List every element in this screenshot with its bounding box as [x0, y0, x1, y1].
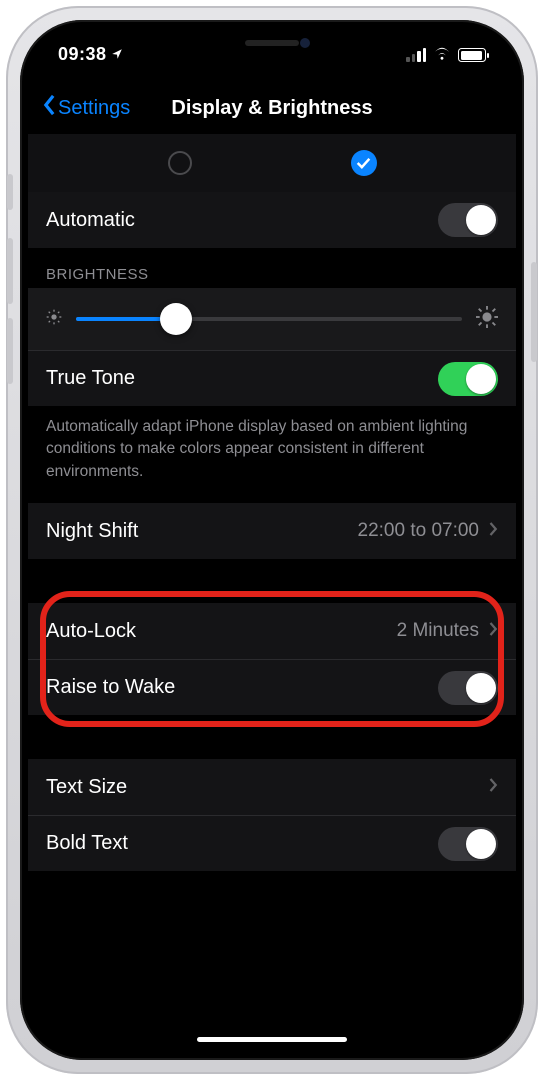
wifi-icon: [433, 46, 451, 65]
appearance-light-radio[interactable]: [168, 151, 192, 175]
phone-frame: 09:38: [6, 6, 538, 1074]
brightness-header: BRIGHTNESS: [28, 248, 516, 288]
chevron-right-icon: [489, 620, 498, 643]
night-shift-row[interactable]: Night Shift 22:00 to 07:00: [28, 503, 516, 559]
brightness-high-icon: [476, 306, 498, 333]
battery-icon: [458, 48, 486, 62]
auto-lock-row[interactable]: Auto-Lock 2 Minutes: [28, 603, 516, 659]
automatic-toggle[interactable]: [438, 203, 498, 237]
chevron-right-icon: [489, 776, 498, 799]
back-label: Settings: [58, 97, 130, 120]
bold-text-label: Bold Text: [46, 832, 128, 855]
status-time: 09:38: [58, 44, 107, 65]
text-size-row[interactable]: Text Size: [28, 759, 516, 815]
text-size-label: Text Size: [46, 776, 127, 799]
location-icon: [111, 44, 123, 65]
cellular-signal-icon: [406, 48, 426, 62]
true-tone-row[interactable]: True Tone: [28, 350, 516, 406]
volume-up-button: [7, 238, 13, 304]
true-tone-footer: Automatically adapt iPhone display based…: [28, 406, 516, 503]
automatic-row[interactable]: Automatic: [28, 192, 516, 248]
settings-content: Automatic BRIGHTNESS: [28, 134, 516, 1052]
true-tone-label: True Tone: [46, 367, 135, 390]
brightness-low-icon: [46, 309, 62, 330]
auto-lock-value: 2 Minutes: [397, 620, 479, 642]
raise-to-wake-row[interactable]: Raise to Wake: [28, 659, 516, 715]
brightness-slider[interactable]: [76, 317, 462, 321]
chevron-left-icon: [42, 94, 57, 122]
appearance-selector: [28, 134, 516, 192]
auto-lock-label: Auto-Lock: [46, 620, 136, 643]
home-indicator[interactable]: [197, 1037, 347, 1042]
nav-header: Settings Display & Brightness: [28, 84, 516, 132]
bold-text-toggle[interactable]: [438, 827, 498, 861]
raise-to-wake-label: Raise to Wake: [46, 676, 175, 699]
true-tone-toggle[interactable]: [438, 362, 498, 396]
mute-switch: [7, 174, 13, 210]
back-button[interactable]: Settings: [42, 94, 130, 122]
screen: 09:38: [28, 28, 516, 1052]
chevron-right-icon: [489, 520, 498, 543]
night-shift-label: Night Shift: [46, 520, 138, 543]
power-button: [531, 262, 537, 362]
automatic-label: Automatic: [46, 209, 135, 232]
appearance-dark-radio[interactable]: [351, 150, 377, 176]
bold-text-row[interactable]: Bold Text: [28, 815, 516, 871]
brightness-slider-row: [28, 288, 516, 350]
notch: [157, 28, 387, 62]
night-shift-value: 22:00 to 07:00: [358, 520, 480, 542]
page-title: Display & Brightness: [171, 97, 372, 120]
raise-to-wake-toggle[interactable]: [438, 671, 498, 705]
volume-down-button: [7, 318, 13, 384]
